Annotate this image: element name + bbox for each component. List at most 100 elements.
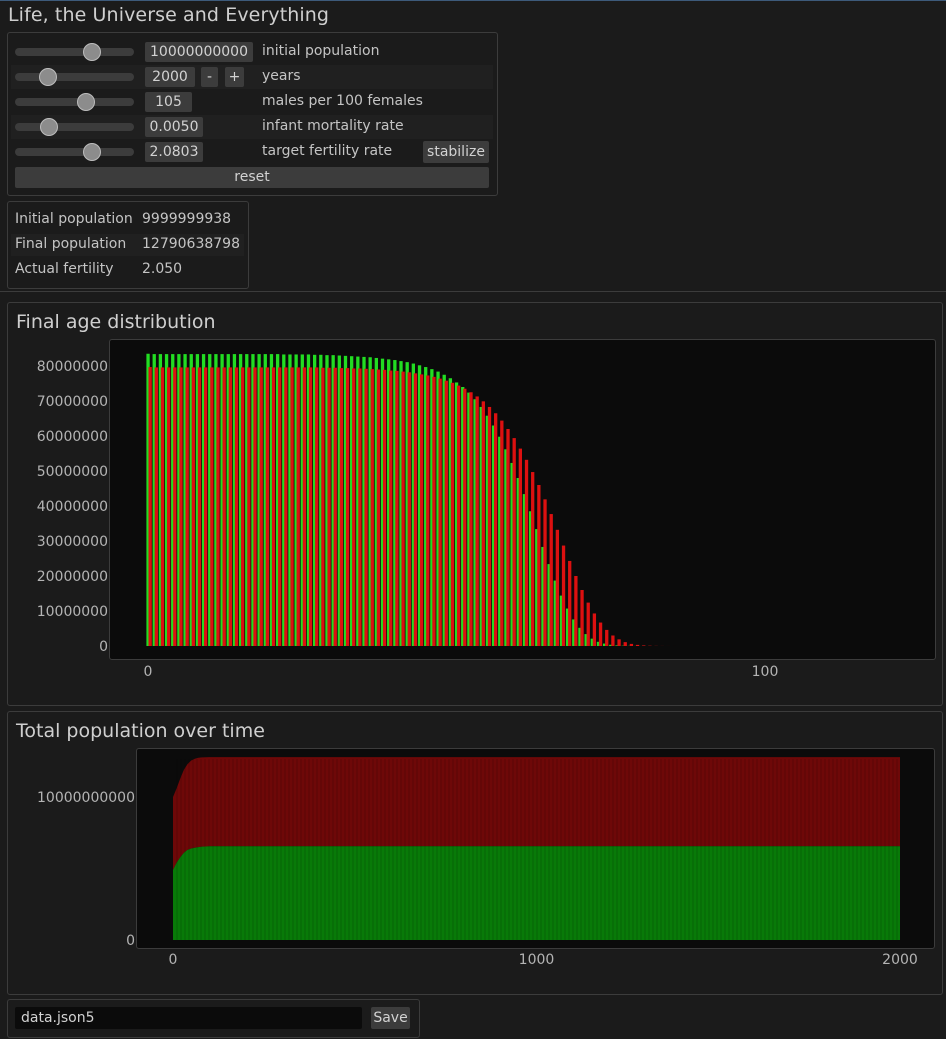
years-decrement-button[interactable]: - [201,67,218,87]
age-bar-female [364,368,368,646]
age-bar-female [426,375,430,646]
fertility-field[interactable]: 2.0803 [145,142,203,162]
sex-ratio-row: 105 males per 100 females [11,90,493,114]
fertility-label: target fertility rate [262,143,393,159]
years-slider[interactable] [15,68,134,86]
age-bar-female [487,406,492,646]
age-bar-female [210,367,214,646]
age-bar-female [296,367,300,646]
age-bar-female [537,485,541,646]
age-bar-female [617,639,621,646]
years-increment-button[interactable]: + [225,67,244,87]
years-slider-knob[interactable] [39,68,58,86]
fertility-slider[interactable] [15,143,134,161]
sex-ratio-slider[interactable] [15,93,134,111]
initial-population-stat-label: Initial population [15,211,133,227]
age-bar-female [568,560,572,646]
age-y-tick-label: 10000000 [37,604,108,620]
age-bar-female [241,367,245,646]
age-bar-female [580,590,584,646]
age-bar-female [438,378,442,646]
age-bar-female [635,644,640,646]
sex-ratio-slider-knob[interactable] [76,93,95,111]
age-bar-female [419,374,424,646]
age-bar-female [642,645,646,646]
age-bar-female [623,642,627,646]
sex-ratio-label: males per 100 females [262,93,423,109]
save-button[interactable]: Save [371,1007,410,1029]
age-bar-female [531,472,535,646]
population-y-tick-label: 10000000000 [37,790,135,806]
final-population-stat-label: Final population [15,236,127,252]
infant-mortality-slider-knob[interactable] [40,118,59,136]
age-bar-female [290,367,294,646]
age-bar-female [352,368,356,646]
initial-population-row: 10000000000 initial population [11,40,493,64]
age-y-tick-label: 30000000 [37,534,108,550]
age-y-tick-label: 60000000 [37,429,108,445]
age-bar-female [413,373,418,646]
age-bar-female [444,380,448,646]
age-bar-female [524,459,529,646]
years-row: 2000 - + years [11,65,493,89]
age-bar-female [321,367,325,646]
age-bar-female [506,429,510,646]
age-bar-female [204,367,208,646]
age-bar-female [228,367,233,646]
age-bar-female [259,367,263,646]
age-y-tick-label: 0 [99,639,108,655]
initial-population-field[interactable]: 10000000000 [145,42,253,62]
age-bar-female [265,367,270,646]
age-bar-female [549,514,553,646]
age-bar-female [278,367,282,646]
infant-mortality-slider[interactable] [15,118,134,136]
stabilize-button[interactable]: stabilize [423,141,489,163]
sex-ratio-field[interactable]: 105 [145,92,192,112]
age-bar-female [512,438,516,646]
age-bar-female [148,367,152,646]
age-bar-female [611,635,615,646]
age-bar-female [481,401,485,646]
infant-mortality-row: 0.0050 infant mortality rate [11,115,493,139]
infant-mortality-field[interactable]: 0.0050 [145,117,203,137]
age-bar-female [247,367,251,646]
age-bar-female [376,369,381,646]
age-bar-female [315,367,319,646]
population-over-time-chart: 10000000000 0 0 1000 2000 [37,757,918,968]
age-bar-female [382,369,387,646]
population-x-tick-label: 1000 [519,952,555,968]
final-population-stat-value: 12790638798 [142,236,240,252]
age-bar-female [191,367,195,646]
years-label: years [262,68,301,84]
fertility-slider-knob[interactable] [82,143,101,161]
age-bar-female [475,396,479,646]
age-bar-female [327,367,331,646]
window-top-border [0,0,946,1]
age-bar-female [179,367,183,646]
age-bar-female [469,392,473,646]
age-x-tick-label: 0 [144,664,153,680]
age-y-tick-label: 20000000 [37,569,108,585]
years-field[interactable]: 2000 [145,67,195,87]
reset-button[interactable]: reset [15,167,489,188]
age-bar-female [154,367,158,646]
age-bar-female [598,622,603,646]
age-y-tick-label: 70000000 [37,394,108,410]
age-bar-female [216,367,220,646]
age-bar-female [543,499,547,646]
initial-population-slider[interactable] [15,43,134,61]
age-bar-female [494,413,498,646]
age-bar-female [271,367,276,646]
age-bar-female [457,385,461,646]
age-bar-female [401,371,405,646]
age-bar-female [450,382,455,646]
initial-population-slider-knob[interactable] [82,43,101,61]
age-x-tick-label: 100 [752,664,779,680]
age-bar-female [253,367,257,646]
age-bar-female [222,367,226,646]
age-bar-female [302,367,307,646]
age-bar-female [358,368,362,646]
age-bar-female [586,602,590,646]
age-bar-female [592,613,597,646]
filename-input[interactable] [15,1007,362,1029]
